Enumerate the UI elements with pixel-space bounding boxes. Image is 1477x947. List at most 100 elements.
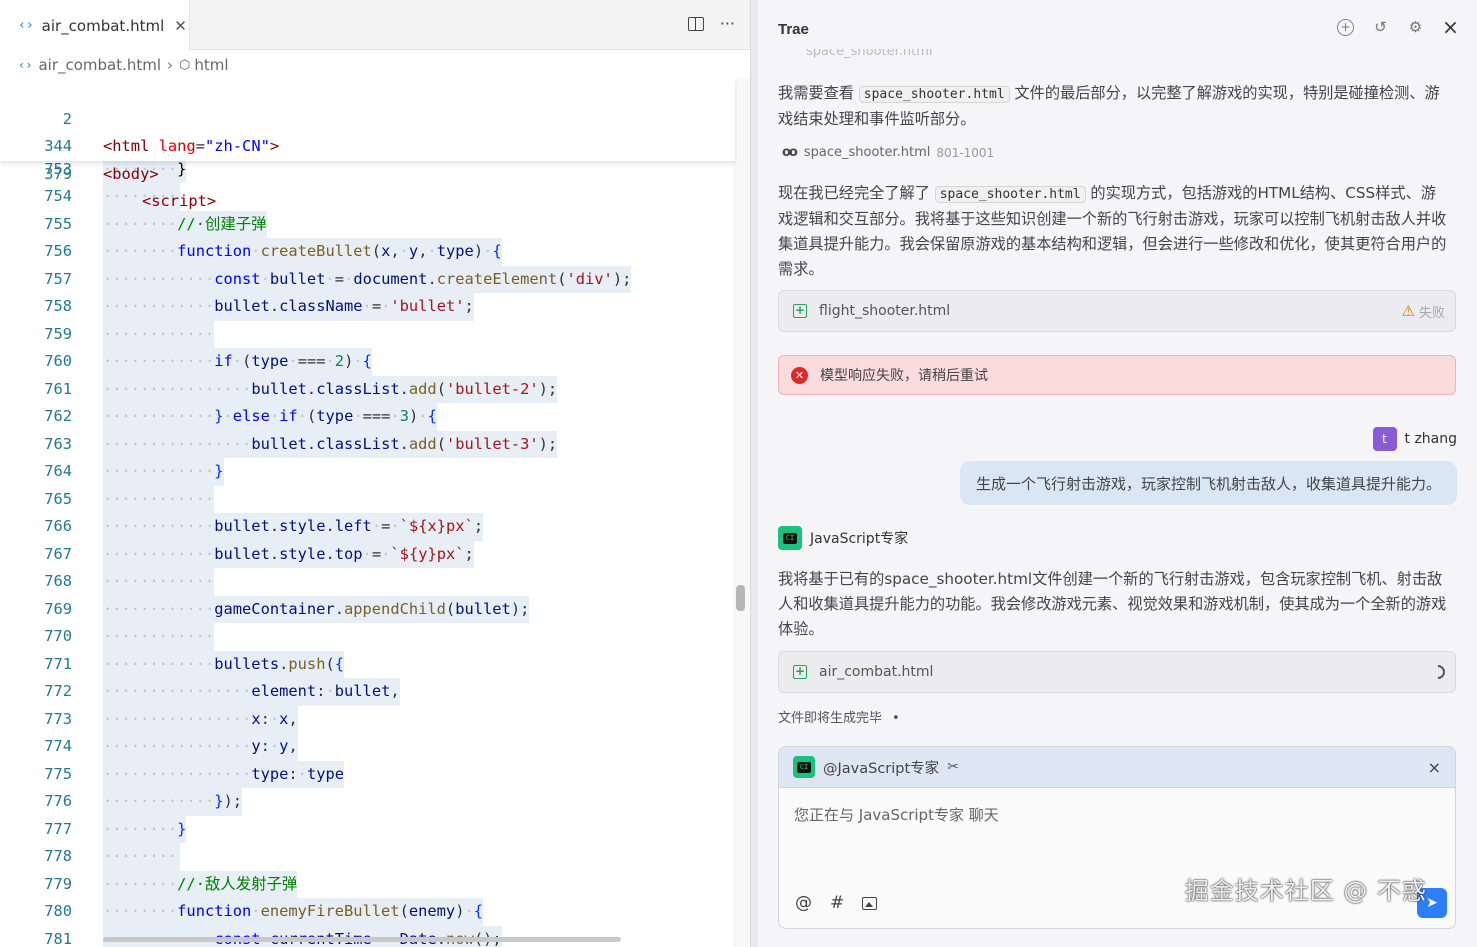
line-number: 759 [44,324,72,343]
code-text: ················bullet.classList.add('bu… [103,430,558,458]
code-line[interactable]: 768 ············ [0,568,735,596]
close-panel-icon[interactable]: × [1442,17,1459,37]
file-card-status [1428,662,1448,682]
split-editor-icon[interactable] [687,17,704,31]
code-line[interactable]: 767 ············bullet.style.top·=·`${y}p… [0,540,735,568]
code-line[interactable]: 770 ············ [0,623,735,651]
assistant-header: CI JavaScript专家 [778,526,908,550]
avatar: t [1372,427,1397,451]
progress-dot-icon: • [892,711,900,726]
message-text: 现在我已经完全了解了 [778,184,935,202]
line-number: 776 [44,792,72,810]
assistant-message-2: 现在我已经完全了解了 space_shooter.html 的实现方式，包括游戏… [778,181,1450,282]
code-text: ········} [103,815,187,843]
code-line[interactable]: 755 ········//·创建子弹 [0,210,735,238]
code-text: ············bullet.className·=·'bullet'; [103,293,474,321]
mention-at-icon[interactable]: @ [795,893,812,913]
code-line[interactable]: 759 ············ [0,320,735,348]
code-line[interactable]: 766 ············bullet.style.left·=·`${x}… [0,513,735,541]
user-name: t zhang [1404,431,1458,447]
status-text: 文件即将生成完毕 [778,711,883,726]
hash-context-icon[interactable]: # [830,893,844,913]
more-actions-icon[interactable]: ··· [720,14,735,33]
code-line[interactable]: 757 ············const·bullet·=·document.c… [0,265,735,293]
code-text: ················type:·type [103,760,345,788]
tools-icon[interactable]: ✂ [947,759,959,775]
code-line[interactable]: 778 ········ [0,843,735,871]
message-text: 我需要查看 [778,84,859,102]
code-line[interactable]: 776 ············}); [0,788,735,816]
line-number: 772 [44,682,72,700]
sticky-line[interactable]: 2 <html lang="zh-CN"> [0,78,735,156]
breadcrumb-file[interactable]: air_combat.html [38,56,161,74]
image-upload-icon[interactable] [862,896,878,910]
history-icon[interactable]: ↺ [1372,19,1389,36]
code-line[interactable]: 764 ············} [0,458,735,486]
line-number: 769 [44,599,72,618]
code-line[interactable]: 774 ················y:·y, [0,733,735,761]
line-number: 775 [44,764,72,783]
agent-logo-icon: CI [793,756,815,778]
settings-gear-icon[interactable]: ⚙ [1407,19,1424,36]
file-card-air-combat[interactable]: + air_combat.html [778,651,1456,693]
chevron-right-icon: › [167,56,174,74]
code-text: ············}); [103,788,243,816]
code-text: ············gameContainer.appendChild(bu… [103,595,530,623]
code-text: ············const·bullet·=·document.crea… [103,265,632,293]
code-line[interactable]: 758 ············bullet.className·=·'bulle… [0,293,735,321]
reference-range: 801-1001 [936,145,995,160]
file-card-flight-shooter[interactable]: + flight_shooter.html ⚠ 失败 [778,290,1456,332]
code-line[interactable]: 756 ········function·createBullet(x,·y,·t… [0,238,735,266]
code-line[interactable]: 779 ········//·敌人发射子弹 [0,870,735,898]
code-line[interactable]: 775 ················type:·type [0,760,735,788]
code-text: ················x:·x, [103,705,298,733]
close-tab-icon[interactable]: ✕ [174,17,187,35]
editor-tab-bar: ‹› air_combat.html ✕ ··· [0,0,750,51]
agent-logo-icon: CI [778,526,802,550]
chat-input[interactable]: 您正在与 JavaScript专家 聊天 [779,787,1455,928]
line-number: 762 [44,407,72,425]
code-text: ············ [103,568,215,596]
sticky-line[interactable]: 344 <body> [0,106,735,183]
file-code-chip[interactable]: space_shooter.html [934,186,1086,203]
code-text: ············bullets.push({ [103,650,345,678]
line-number: 774 [44,737,72,755]
code-line[interactable]: 769 ············gameContainer.appendChild… [0,595,735,623]
new-chat-icon[interactable]: + [1337,19,1354,36]
file-code-chip[interactable]: space_shooter.html [858,86,1010,103]
html-file-icon: ‹› [18,58,33,72]
line-number: 771 [44,654,72,673]
line-number: 773 [44,709,72,728]
code-line[interactable]: 765 ············ [0,485,735,513]
error-text: 模型响应失败，请稍后重试 [820,368,988,384]
scrolled-reference: space_shooter.html [806,49,933,59]
agent-mention[interactable]: @JavaScript专家 [823,757,939,778]
user-header: t t zhang [1372,427,1458,451]
warning-icon: ⚠ [1401,302,1415,320]
code-line[interactable]: 760 ············if·(type·===·2)·{ [0,348,735,376]
code-line[interactable]: 762 ············}·else·if·(type·===·3)·{ [0,403,735,431]
code-line[interactable]: 772 ················element:·bullet, [0,678,735,706]
code-line[interactable]: 777 ········} [0,815,735,843]
new-file-icon: + [793,303,807,318]
code-area[interactable]: 2 <html lang="zh-CN"> 344 <body> 379 <sc… [0,78,735,947]
code-line[interactable]: 771 ············bullets.push({ [0,650,735,678]
remove-agent-icon[interactable]: × [1428,758,1441,777]
element-tag-icon: ⬡ [179,57,191,73]
chat-panel: Trae + ↺ ⚙ × space_shooter.html 我需要查看 sp… [758,0,1477,947]
vertical-scrollbar[interactable] [736,585,745,611]
view-file-icon: oo [782,145,798,160]
line-number: 760 [44,352,72,370]
code-line[interactable]: 761 ················bullet.classList.add(… [0,375,735,403]
code-line[interactable]: 773 ················x:·x, [0,705,735,733]
code-line[interactable]: 780 ········function·enemyFireBullet(enem… [0,898,735,926]
editor-tab-air-combat[interactable]: ‹› air_combat.html ✕ [0,0,190,51]
horizontal-scrollbar[interactable] [103,937,621,942]
code-text: ············}·else·if·(type·===·3)·{ [103,403,437,431]
chat-header-actions: + ↺ ⚙ × [1337,17,1459,37]
sticky-line[interactable]: 379 <script> [0,133,735,211]
breadcrumb-element[interactable]: html [194,56,228,74]
code-line[interactable]: 763 ················bullet.classList.add(… [0,430,735,458]
file-reference[interactable]: oo space_shooter.html 801-1001 [782,145,994,160]
code-text: ········function·createBullet(x,·y,·type… [103,238,502,266]
